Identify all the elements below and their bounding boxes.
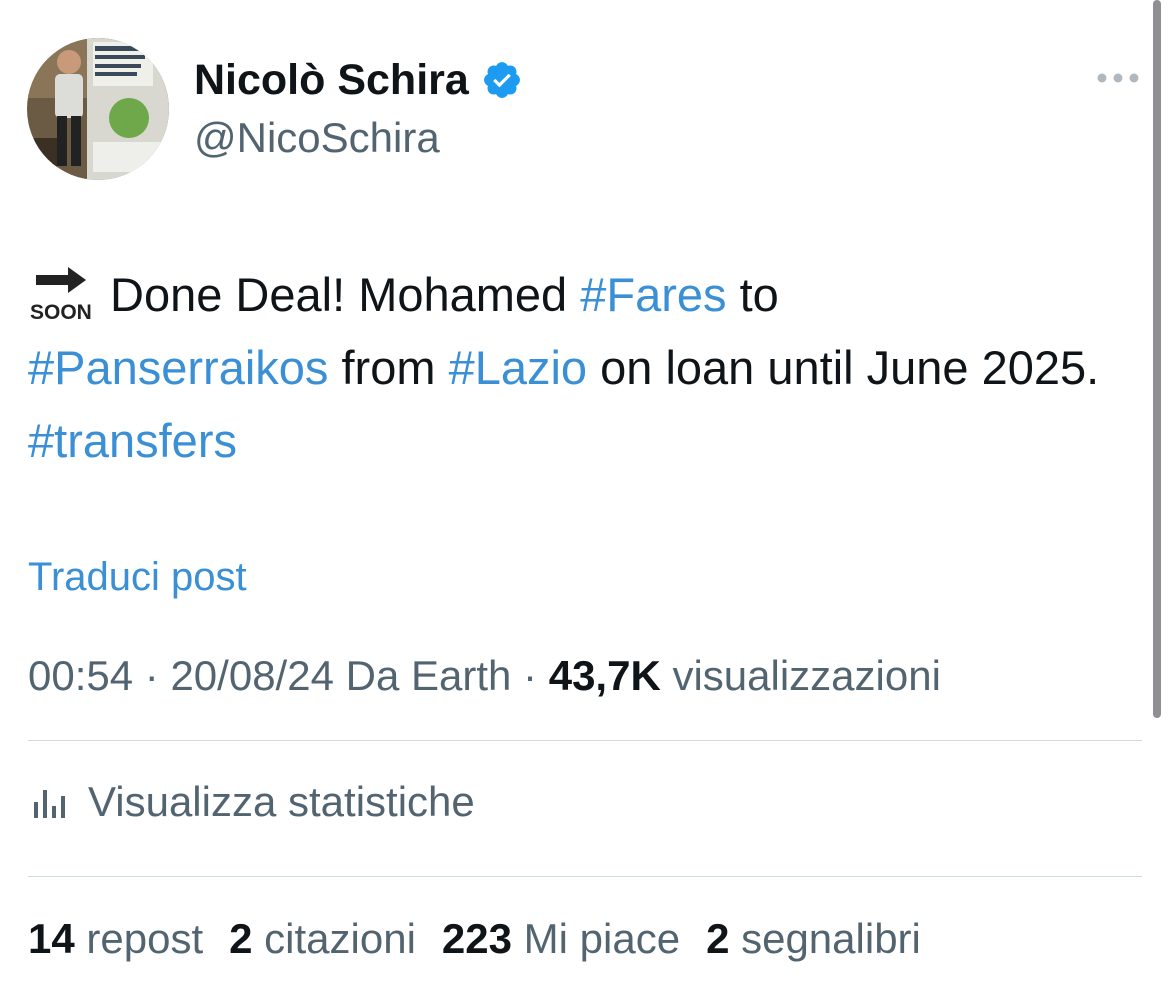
author-name-row: Nicolò Schira xyxy=(194,52,523,108)
views-count: 43,7K xyxy=(548,652,661,699)
hashtag-lazio-link[interactable]: #Lazio xyxy=(449,341,588,394)
likes-label: Mi piace xyxy=(523,915,681,962)
tweet-text-segment-4: from xyxy=(328,341,449,394)
avatar[interactable] xyxy=(27,38,169,180)
bookmarks-link[interactable]: 2 segnalibri xyxy=(706,915,921,963)
likes-link[interactable]: 223 Mi piace xyxy=(442,915,680,963)
reposts-link[interactable]: 14 repost xyxy=(28,915,203,963)
soon-arrow-icon: SOON xyxy=(30,267,92,323)
engagement-row: 14 repost 2 citazioni 223 Mi piace 2 seg… xyxy=(28,915,947,963)
meta-separator: · xyxy=(144,652,159,699)
quotes-label: citazioni xyxy=(264,915,416,962)
svg-text:SOON: SOON xyxy=(30,301,92,323)
author-handle[interactable]: @NicoSchira xyxy=(194,114,440,162)
divider xyxy=(28,740,1142,741)
tweet-time[interactable]: 00:54 xyxy=(28,652,133,699)
meta-separator-2: · xyxy=(523,652,538,699)
hashtag-panserraikos-link[interactable]: #Panserraikos xyxy=(28,341,328,394)
likes-count: 223 xyxy=(441,915,512,962)
bookmarks-count: 2 xyxy=(706,915,730,962)
analytics-icon xyxy=(34,790,65,818)
tweet-source: Da Earth xyxy=(345,652,512,699)
quotes-link[interactable]: 2 citazioni xyxy=(229,915,416,963)
tweet-text-segment-2: to xyxy=(726,268,779,321)
translate-post-link[interactable]: Traduci post xyxy=(28,555,247,600)
verified-badge-icon xyxy=(483,62,520,98)
tweet-meta: 00:54 · 20/08/24 Da Earth · 43,7K visual… xyxy=(28,652,941,700)
hashtag-fares-link[interactable]: #Fares xyxy=(580,268,726,321)
tweet-text-segment-6: on loan until June 2025. xyxy=(587,341,1100,394)
tweet-text: SOON Done Deal! Mohamed #Fares to #Panse… xyxy=(28,258,1138,477)
reposts-count: 14 xyxy=(28,915,75,962)
views-label: visualizzazioni xyxy=(672,652,941,699)
tweet-date[interactable]: 20/08/24 xyxy=(170,652,334,699)
view-stats-label: Visualizza statistiche xyxy=(88,778,475,825)
divider xyxy=(28,876,1142,877)
hashtag-transfers-link[interactable]: #transfers xyxy=(28,414,237,467)
reposts-label: repost xyxy=(86,915,204,962)
tweet-text-segment-0: Done Deal! Mohamed xyxy=(110,268,581,321)
avatar-photo xyxy=(27,38,169,180)
more-options-icon[interactable] xyxy=(1096,72,1140,84)
bookmarks-label: segnalibri xyxy=(741,915,921,962)
view-stats-button[interactable]: Visualizza statistiche xyxy=(32,778,475,826)
scrollbar[interactable] xyxy=(1153,0,1161,718)
quotes-count: 2 xyxy=(229,915,253,962)
author-name[interactable]: Nicolò Schira xyxy=(194,56,469,105)
